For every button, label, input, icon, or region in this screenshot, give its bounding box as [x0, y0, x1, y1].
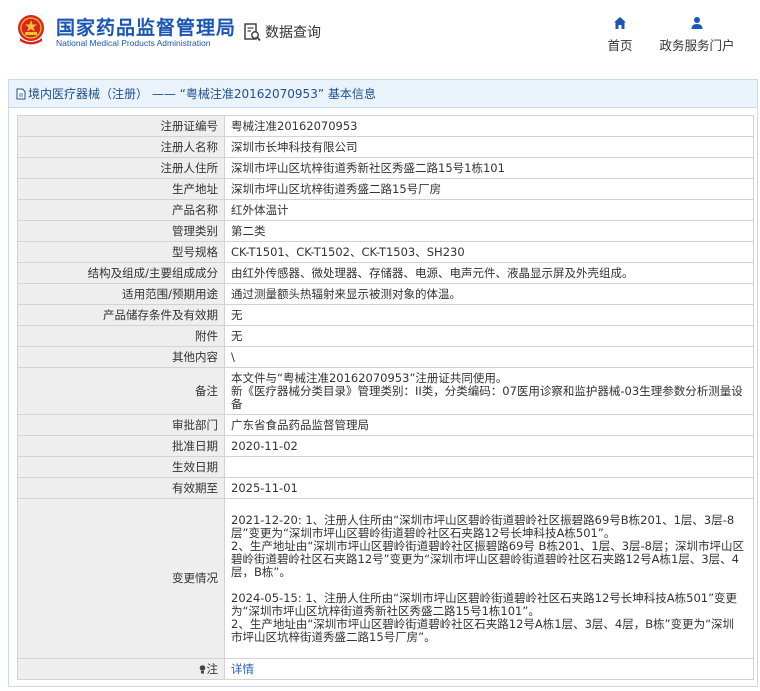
table-row: 型号规格 CK-T1501、CK-T1502、CK-T1503、SH230	[17, 241, 754, 263]
row-value: 深圳市长坤科技有限公司	[224, 136, 754, 158]
document-icon	[16, 88, 26, 100]
site-header: 国家药品监督管理局 National Medical Products Admi…	[0, 0, 760, 72]
note-label-cell: 注	[17, 658, 225, 680]
data-query-label: 数据查询	[265, 25, 321, 41]
row-label: 审批部门	[17, 414, 225, 436]
table-row: 批准日期 2020-11-02	[17, 435, 754, 457]
panel-title-text: 境内医疗器械（注册） —— “粤械注准20162070953” 基本信息	[28, 87, 376, 101]
row-value: 由红外传感器、微处理器、存储器、电源、电声元件、液晶显示屏及外壳组成。	[224, 262, 754, 284]
detail-link[interactable]: 详情	[231, 662, 254, 676]
row-value: CK-T1501、CK-T1502、CK-T1503、SH230	[224, 241, 754, 263]
row-label: 管理类别	[17, 220, 225, 242]
nav-service-portal-label: 政务服务门户	[659, 38, 735, 53]
lightbulb-icon	[199, 664, 205, 673]
row-value: 2025-11-01	[224, 477, 754, 499]
panel-title: 境内医疗器械（注册） —— “粤械注准20162070953” 基本信息	[9, 80, 757, 108]
table-row: 生产地址 深圳市坪山区坑梓街道秀盛二路15号厂房	[17, 178, 754, 200]
row-value: 无	[224, 325, 754, 347]
table-row: 注册证编号 粤械注准20162070953	[17, 115, 754, 137]
row-value: 通过测量额头热辐射来显示被测对象的体温。	[224, 283, 754, 305]
row-label: 型号规格	[17, 241, 225, 263]
row-label: 附件	[17, 325, 225, 347]
table-row: 结构及组成/主要组成成分 由红外传感器、微处理器、存储器、电源、电声元件、液晶显…	[17, 262, 754, 284]
site-logo-subtitle: National Medical Products Administration	[56, 38, 211, 48]
table-row: 注册人住所 深圳市坪山区坑梓街道秀新社区秀盛二路15号1栋101	[17, 157, 754, 179]
row-value: 粤械注准20162070953	[224, 115, 754, 137]
row-label: 结构及组成/主要组成成分	[17, 262, 225, 284]
row-value: 深圳市坪山区坑梓街道秀盛二路15号厂房	[224, 178, 754, 200]
nav-home-label: 首页	[607, 38, 633, 53]
row-value: 无	[224, 304, 754, 326]
table-row: 注 详情	[17, 658, 754, 680]
data-query-link[interactable]: 数据查询	[244, 22, 321, 42]
table-row: 变更情况 2021-12-20: 1、注册人住所由“深圳市坪山区碧岭街道碧岭社区…	[17, 498, 754, 659]
row-value: 2020-11-02	[224, 435, 754, 457]
row-label: 注册证编号	[17, 115, 225, 137]
row-label: 产品储存条件及有效期	[17, 304, 225, 326]
table-row: 生效日期	[17, 456, 754, 478]
info-panel: 境内医疗器械（注册） —— “粤械注准20162070953” 基本信息 注册证…	[8, 79, 758, 687]
table-row: 备注 本文件与“粤械注准20162070953”注册证共同使用。 新《医疗器械分…	[17, 367, 754, 415]
row-label: 变更情况	[17, 498, 225, 659]
row-label: 注册人住所	[17, 157, 225, 179]
table-row: 注册人名称 深圳市长坤科技有限公司	[17, 136, 754, 158]
row-value: 第二类	[224, 220, 754, 242]
row-value: 2021-12-20: 1、注册人住所由“深圳市坪山区碧岭街道碧岭社区振碧路69…	[224, 498, 754, 659]
table-row: 审批部门 广东省食品药品监督管理局	[17, 414, 754, 436]
row-value	[224, 456, 754, 478]
site-logo-text[interactable]: 国家药品监督管理局	[56, 13, 236, 40]
row-label: 其他内容	[17, 346, 225, 368]
table-row: 产品储存条件及有效期 无	[17, 304, 754, 326]
user-icon	[691, 17, 703, 29]
row-label: 产品名称	[17, 199, 225, 221]
row-value: \	[224, 346, 754, 368]
row-label: 生产地址	[17, 178, 225, 200]
document-search-icon	[244, 22, 261, 41]
nav-service-portal[interactable]: 政务服务门户	[656, 16, 738, 54]
row-label: 生效日期	[17, 456, 225, 478]
nav-home[interactable]: 首页	[603, 16, 637, 54]
row-value: 本文件与“粤械注准20162070953”注册证共同使用。 新《医疗器械分类目录…	[224, 367, 754, 415]
table-row: 产品名称 红外体温计	[17, 199, 754, 221]
note-label: 注	[206, 661, 219, 676]
table-row: 其他内容 \	[17, 346, 754, 368]
row-label: 备注	[17, 367, 225, 415]
table-row: 有效期至 2025-11-01	[17, 477, 754, 499]
row-label: 注册人名称	[17, 136, 225, 158]
row-value: 广东省食品药品监督管理局	[224, 414, 754, 436]
row-label: 适用范围/预期用途	[17, 283, 225, 305]
national-emblem-icon	[18, 15, 44, 45]
row-value: 深圳市坪山区坑梓街道秀新社区秀盛二路15号1栋101	[224, 157, 754, 179]
note-value-cell: 详情	[224, 658, 754, 680]
table-row: 管理类别 第二类	[17, 220, 754, 242]
row-label: 批准日期	[17, 435, 225, 457]
home-icon	[614, 17, 626, 29]
table-row: 适用范围/预期用途 通过测量额头热辐射来显示被测对象的体温。	[17, 283, 754, 305]
registration-info-table: 注册证编号 粤械注准20162070953 注册人名称 深圳市长坤科技有限公司 …	[17, 115, 754, 680]
row-value: 红外体温计	[224, 199, 754, 221]
row-label: 有效期至	[17, 477, 225, 499]
table-row: 附件 无	[17, 325, 754, 347]
